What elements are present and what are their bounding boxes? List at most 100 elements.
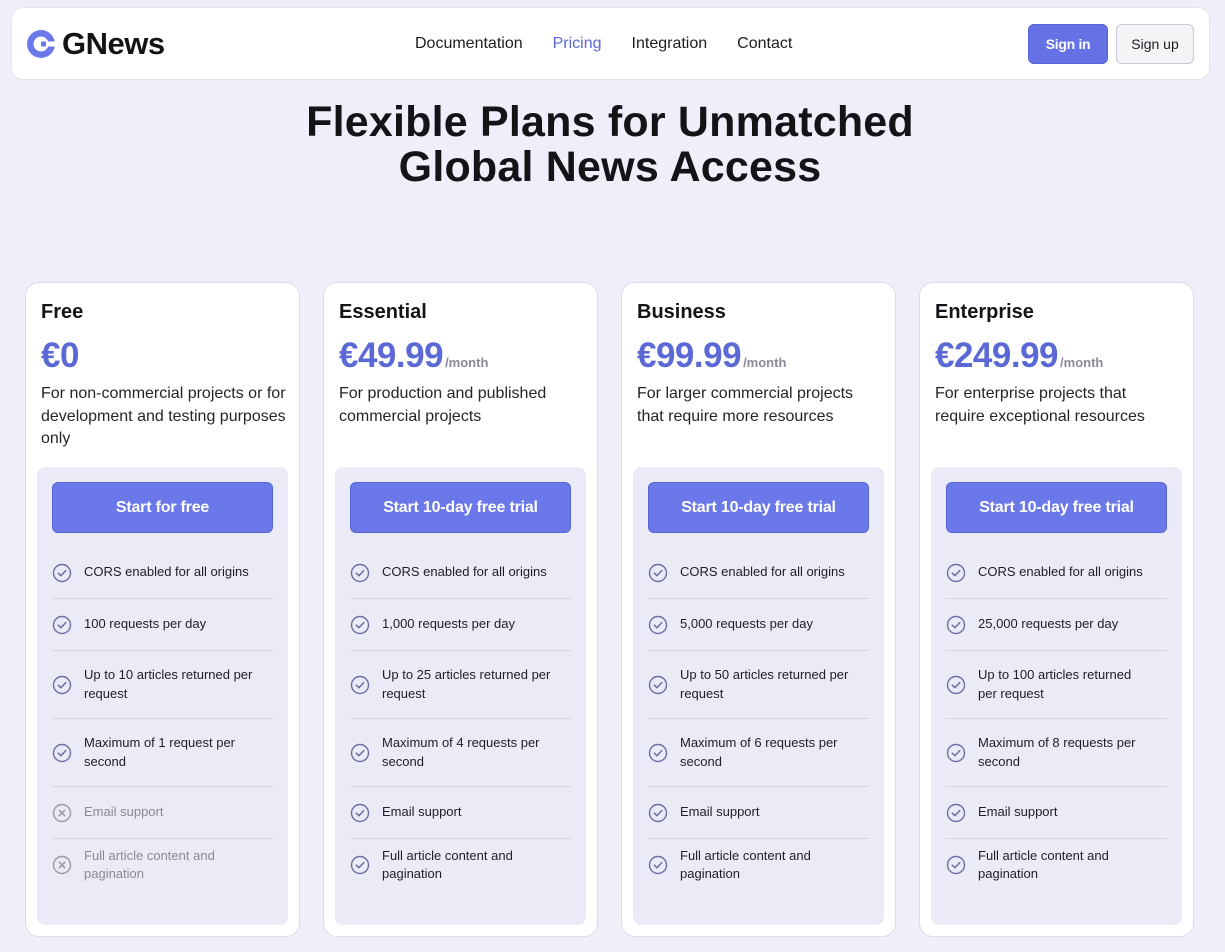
feature-text: Email support xyxy=(978,804,1058,820)
check-circle-icon xyxy=(350,743,370,763)
feature-item: Maximum of 4 requests per second xyxy=(350,719,571,787)
sign-up-button[interactable]: Sign up xyxy=(1116,24,1194,64)
feature-item: Full article content and pagination xyxy=(648,839,869,891)
plan-price: €249.99 xyxy=(935,336,1059,375)
check-circle-icon xyxy=(52,563,72,583)
check-circle-icon xyxy=(946,615,966,635)
feature-item: Email support xyxy=(350,787,571,839)
plan-features-panel: Start for free CORS enabled for all origi… xyxy=(37,467,288,925)
plan-price-row: €99.99/month xyxy=(637,336,786,376)
feature-text: Maximum of 8 requests per second xyxy=(978,735,1136,769)
sign-in-button[interactable]: Sign in xyxy=(1028,24,1108,64)
feature-text: Up to 50 articles returned per request xyxy=(680,667,849,701)
check-circle-icon xyxy=(946,855,966,875)
check-circle-icon xyxy=(350,563,370,583)
plan-description: For non-commercial projects or for devel… xyxy=(41,385,286,447)
plan-name: Essential xyxy=(339,301,427,323)
feature-text: 5,000 requests per day xyxy=(680,616,813,632)
plan-period: /month xyxy=(445,355,489,370)
plan-price-row: €249.99/month xyxy=(935,336,1103,376)
check-circle-icon xyxy=(648,563,668,583)
brand-logo[interactable]: GNews xyxy=(26,26,165,61)
plan-description: For enterprise projects that require exc… xyxy=(935,385,1145,425)
plan-cta-button-business[interactable]: Start 10-day free trial xyxy=(648,482,869,533)
feature-text: Up to 100 articles returned per request xyxy=(978,667,1132,701)
check-circle-icon xyxy=(648,615,668,635)
plan-cta-button-essential[interactable]: Start 10-day free trial xyxy=(350,482,571,533)
feature-text: 1,000 requests per day xyxy=(382,616,515,632)
feature-text: Email support xyxy=(680,804,760,820)
check-circle-icon xyxy=(946,563,966,583)
nav-link-integration[interactable]: Integration xyxy=(632,33,708,55)
feature-text: Maximum of 4 requests per second xyxy=(382,735,540,769)
plan-features-panel: Start 10-day free trial CORS enabled for … xyxy=(633,467,884,925)
check-circle-icon xyxy=(52,743,72,763)
feature-text: CORS enabled for all origins xyxy=(382,564,547,580)
feature-text: Full article content and pagination xyxy=(978,847,1109,882)
check-circle-icon xyxy=(350,675,370,695)
x-circle-icon xyxy=(52,803,72,823)
feature-item: Full article content and pagination xyxy=(52,839,273,891)
page-title-line-1: Flexible Plans for Unmatched xyxy=(306,98,914,146)
feature-text: CORS enabled for all origins xyxy=(84,564,249,580)
plan-price-row: €49.99/month xyxy=(339,336,488,376)
feature-item: CORS enabled for all origins xyxy=(648,547,869,599)
plan-name: Business xyxy=(637,301,726,323)
feature-text: 100 requests per day xyxy=(84,616,207,632)
feature-item: Email support xyxy=(52,787,273,839)
feature-item: Up to 50 articles returned per request xyxy=(648,651,869,719)
page-title: Flexible Plans for Unmatched Global News… xyxy=(200,100,1020,190)
feature-item: Maximum of 6 requests per second xyxy=(648,719,869,787)
plan-price-row: €0 xyxy=(41,336,81,376)
plan-cta-button-free[interactable]: Start for free xyxy=(52,482,273,533)
page-title-line-2: Global News Access xyxy=(398,143,822,191)
feature-item: Full article content and pagination xyxy=(946,839,1167,891)
feature-text: Maximum of 1 request per second xyxy=(84,735,236,769)
plan-description: For production and published commercial … xyxy=(339,385,547,425)
feature-text: Maximum of 6 requests per second xyxy=(680,735,838,769)
feature-text: CORS enabled for all origins xyxy=(680,564,845,580)
nav-link-documentation[interactable]: Documentation xyxy=(415,33,523,55)
check-circle-icon xyxy=(946,743,966,763)
check-circle-icon xyxy=(52,615,72,635)
feature-item: Email support xyxy=(648,787,869,839)
plan-features-panel: Start 10-day free trial CORS enabled for … xyxy=(931,467,1182,925)
check-circle-icon xyxy=(350,615,370,635)
plan-card-free: Free €0 For non-commercial projects or for… xyxy=(25,282,300,937)
feature-list: CORS enabled for all origins 1,000 reques… xyxy=(350,547,571,891)
feature-item: Email support xyxy=(946,787,1167,839)
plan-card-enterprise: Enterprise €249.99/month For enterprise pr… xyxy=(919,282,1194,937)
x-circle-icon xyxy=(52,855,72,875)
brand-name: GNews xyxy=(62,26,165,61)
check-circle-icon xyxy=(946,803,966,823)
main-nav: Documentation Pricing Integration Contac… xyxy=(415,33,822,55)
feature-text: Up to 25 articles returned per request xyxy=(382,667,551,701)
feature-item: 5,000 requests per day xyxy=(648,599,869,651)
feature-item: Maximum of 1 request per second xyxy=(52,719,273,787)
nav-link-contact[interactable]: Contact xyxy=(737,33,792,55)
feature-text: 25,000 requests per day xyxy=(978,616,1119,632)
feature-item: CORS enabled for all origins xyxy=(946,547,1167,599)
feature-text: Email support xyxy=(382,804,462,820)
gnews-logo-icon xyxy=(27,30,55,58)
check-circle-icon xyxy=(52,675,72,695)
feature-item: 1,000 requests per day xyxy=(350,599,571,651)
feature-text: Full article content and pagination xyxy=(84,847,215,882)
check-circle-icon xyxy=(648,855,668,875)
nav-link-pricing[interactable]: Pricing xyxy=(553,33,602,55)
feature-text: Full article content and pagination xyxy=(680,847,811,882)
plan-card-essential: Essential €49.99/month For production and … xyxy=(323,282,598,937)
plan-cta-button-enterprise[interactable]: Start 10-day free trial xyxy=(946,482,1167,533)
check-circle-icon xyxy=(946,675,966,695)
plan-price: €99.99 xyxy=(637,336,742,375)
feature-item: Up to 100 articles returned per request xyxy=(946,651,1167,719)
plan-description: For larger commercial projects that requ… xyxy=(637,385,854,425)
check-circle-icon xyxy=(648,675,668,695)
plan-price: €0 xyxy=(41,336,79,375)
plan-price: €49.99 xyxy=(339,336,444,375)
feature-list: CORS enabled for all origins 100 requests… xyxy=(52,547,273,891)
feature-item: Up to 10 articles returned per request xyxy=(52,651,273,719)
plan-name: Free xyxy=(41,301,84,323)
feature-list: CORS enabled for all origins 25,000 reque… xyxy=(946,547,1167,891)
check-circle-icon xyxy=(350,803,370,823)
